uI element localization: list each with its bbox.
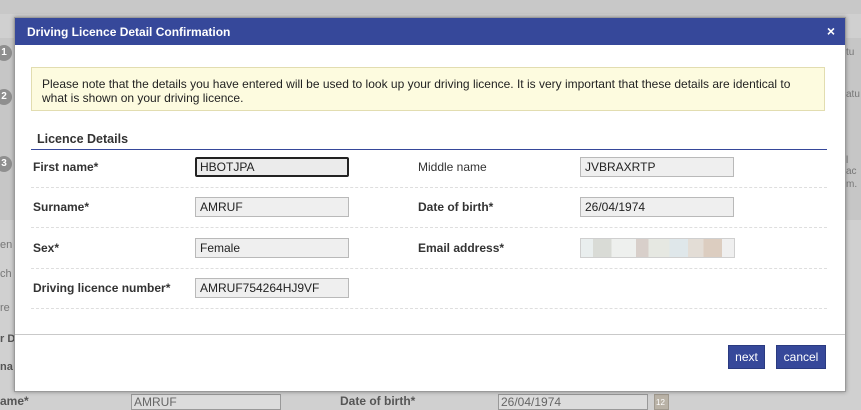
background-text-fragment: ch <box>0 268 12 280</box>
background-dob-input: 26/04/1974 <box>498 394 648 410</box>
licence-number-field[interactable]: AMRUF754264HJ9VF <box>195 278 349 298</box>
calendar-day: 12 <box>656 398 665 407</box>
background-text-fragment: tu <box>846 47 855 58</box>
notice-box: Please note that the details you have en… <box>31 67 825 111</box>
notice-text: Please note that the details you have en… <box>42 77 791 105</box>
sex-field[interactable]: Female <box>195 238 349 258</box>
close-icon[interactable]: × <box>827 23 835 39</box>
next-button[interactable]: next <box>728 345 765 369</box>
background-text-fragment: re <box>0 302 10 314</box>
surname-field[interactable]: AMRUF <box>195 197 349 217</box>
dialog-title: Driving Licence Detail Confirmation <box>27 25 231 39</box>
licence-confirmation-dialog: Driving Licence Detail Confirmation × Pl… <box>14 17 846 392</box>
background-dob-label: Date of birth* <box>340 394 416 408</box>
row-divider <box>31 227 827 228</box>
cancel-button[interactable]: cancel <box>776 345 826 369</box>
surname-label: Surname* <box>33 200 90 214</box>
background-surname-label: ame* <box>0 394 29 408</box>
row-divider <box>31 308 827 309</box>
background-text-fragment: en <box>0 239 13 251</box>
footer-divider <box>15 334 845 335</box>
middle-name-field[interactable]: JVBRAXRTP <box>580 157 734 177</box>
section-title: Licence Details <box>37 132 129 146</box>
sex-label: Sex* <box>33 241 60 255</box>
background-surname-input: AMRUF <box>131 394 281 410</box>
date-of-birth-field[interactable]: 26/04/1974 <box>580 197 734 217</box>
first-name-label: First name* <box>33 160 99 174</box>
email-label: Email address* <box>418 241 505 255</box>
calendar-icon: 12 <box>654 394 669 410</box>
background-topbar <box>0 0 861 14</box>
middle-name-label: Middle name <box>418 160 487 174</box>
background-field-row: ame* AMRUF Date of birth* 26/04/1974 <box>0 390 861 410</box>
background-text-fragment: atu <box>846 89 860 100</box>
background-text-fragment: r D <box>0 333 16 345</box>
first-name-field[interactable]: HBOTJPA <box>195 157 349 177</box>
row-divider <box>31 187 827 188</box>
date-of-birth-label: Date of birth* <box>418 200 494 214</box>
dialog-title-bar: Driving Licence Detail Confirmation × <box>15 18 845 45</box>
background-text-fragment: na <box>0 361 13 373</box>
licence-number-label: Driving licence number* <box>33 281 171 295</box>
background-text-fragment: m. <box>846 179 858 190</box>
section-divider <box>31 149 827 150</box>
background-text-fragment: l ac <box>846 155 857 177</box>
row-divider <box>31 268 827 269</box>
email-field[interactable] <box>580 238 735 258</box>
